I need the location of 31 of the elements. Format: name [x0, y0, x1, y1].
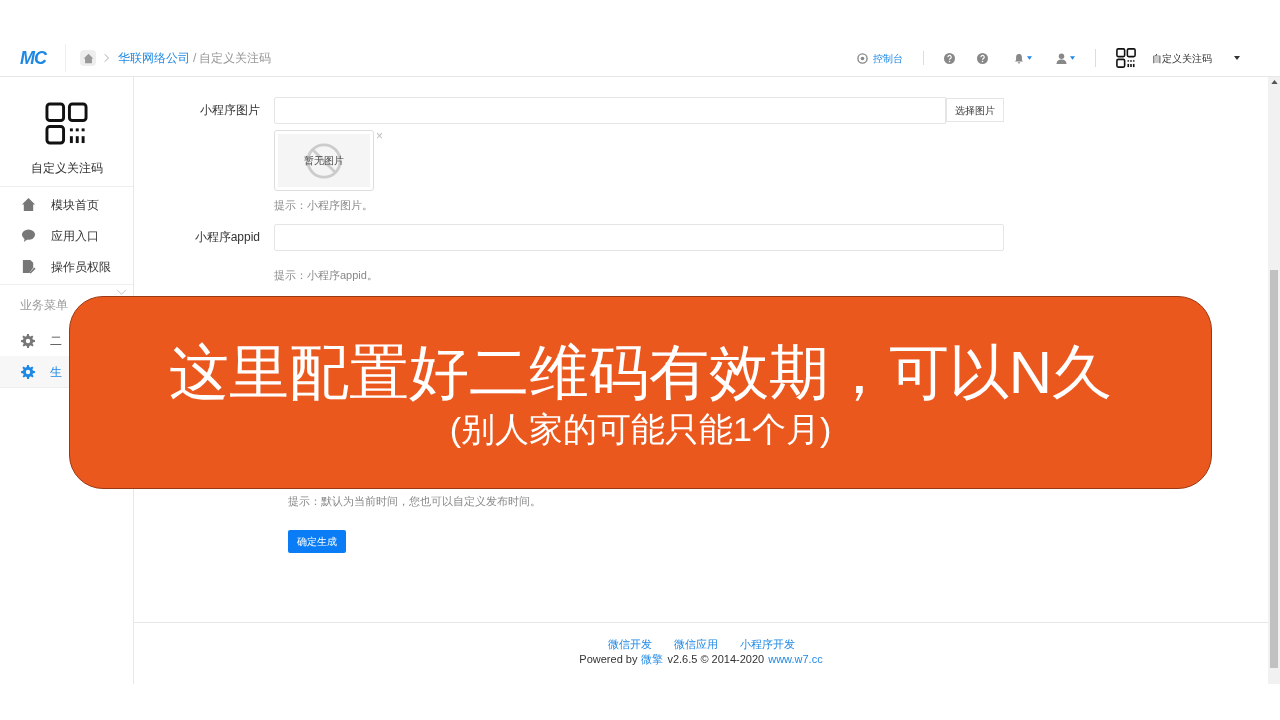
section-title: 业务菜单: [20, 297, 68, 314]
module-name[interactable]: 自定义关注码: [1152, 50, 1212, 66]
breadcrumb-link[interactable]: 华联网络公司: [118, 49, 190, 67]
footer-link[interactable]: 小程序开发: [739, 637, 795, 652]
footer-link[interactable]: www.w7.cc: [768, 652, 823, 667]
console-link[interactable]: 控制台: [873, 50, 903, 66]
logo[interactable]: MC: [20, 44, 47, 72]
sidebar-item[interactable]: 二: [0, 325, 69, 356]
field-label: 小程序图片: [199, 102, 261, 119]
sidebar-item[interactable]: 模块首页: [0, 189, 133, 220]
sidebar-item[interactable]: 应用入口: [0, 220, 133, 251]
footer-link[interactable]: 微信应用: [673, 637, 718, 652]
sidebar-item[interactable]: 操作员权限: [0, 251, 133, 282]
choose-image-button[interactable]: 选择图片: [946, 98, 1004, 122]
hint-text: 提示：默认为当前时间，您也可以自定义发布时间。: [288, 494, 541, 509]
footer-link[interactable]: 微擎: [641, 652, 664, 667]
banner-subtitle: (别人家的可能只能1个月): [449, 408, 832, 449]
no-image-text: 暂无图片: [304, 154, 344, 168]
submit-button[interactable]: 确定生成: [288, 529, 346, 553]
banner-title: 这里配置好二维码有效期，可以N久: [168, 337, 1113, 408]
breadcrumb-separator: /: [193, 50, 197, 67]
remove-image-button[interactable]: ×: [376, 130, 383, 191]
powered-by-text: Powered by: [579, 652, 638, 667]
field-label: 小程序appid: [193, 228, 261, 246]
module-title: 自定义关注码: [30, 160, 103, 177]
breadcrumb-current: 自定义关注码: [199, 50, 272, 67]
hint-text: 提示：小程序appid。: [274, 267, 379, 283]
copyright-text: v2.6.5 © 2014-2020: [667, 652, 765, 667]
footer-link[interactable]: 微信开发: [607, 637, 652, 652]
hint-text: 提示：小程序图片。: [274, 198, 374, 213]
sidebar-item[interactable]: 生: [0, 356, 69, 387]
